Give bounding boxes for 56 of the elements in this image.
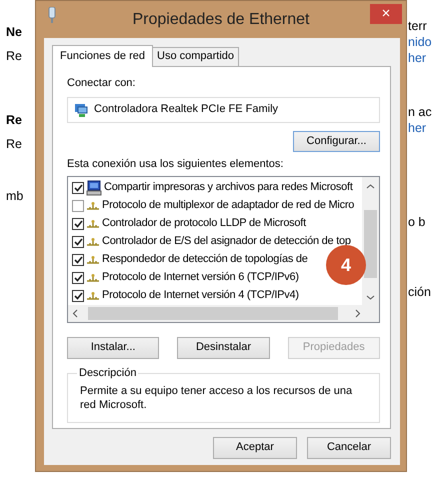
protocol-icon — [86, 201, 100, 211]
close-button[interactable]: × — [370, 4, 402, 24]
checkbox[interactable] — [72, 218, 84, 230]
network-adapter-icon — [74, 102, 88, 116]
checkbox[interactable] — [72, 236, 84, 248]
checkbox[interactable] — [72, 182, 84, 194]
background-text: Re — [6, 136, 23, 152]
list-item[interactable]: Protocolo de multiplexor de adaptador de red de Micro — [102, 199, 354, 213]
scroll-up-icon[interactable] — [366, 183, 375, 190]
protocol-icon — [86, 237, 100, 247]
window-title: Propiedades de Ethernet — [132, 10, 310, 30]
list-item[interactable]: Controlador de protocolo LLDP de Microsoft — [102, 217, 306, 231]
scroll-right-icon[interactable] — [355, 309, 361, 318]
background-text: Re — [6, 48, 23, 64]
configure-button[interactable]: Configurar... — [293, 130, 380, 152]
action-button: Propiedades — [288, 337, 380, 359]
dialog-button[interactable]: Aceptar — [213, 437, 297, 459]
background-link[interactable]: her — [408, 50, 432, 66]
background-text: ción — [408, 284, 432, 300]
protocol-icon — [86, 255, 100, 265]
scroll-left-icon[interactable] — [72, 309, 78, 318]
dialog-button[interactable]: Cancelar — [307, 437, 391, 459]
background-text: o b — [408, 214, 426, 230]
plug-icon — [48, 7, 56, 23]
adapter-field: Controladora Realtek PCIe FE Family — [67, 96, 380, 122]
background-link[interactable]: her — [408, 120, 432, 136]
list-item[interactable]: Protocolo de Internet versión 6 (TCP/IPv6) — [102, 271, 299, 285]
background-link[interactable]: nido — [408, 34, 432, 50]
background-text: Re — [6, 112, 23, 128]
description-title: Descripción — [77, 366, 138, 380]
description-text: Permite a su equipo tener acceso a los recursos de una red Microsoft. — [80, 384, 354, 412]
protocol-icon — [86, 291, 100, 301]
checkbox[interactable] — [72, 254, 84, 266]
protocol-icon — [86, 273, 100, 283]
checkbox[interactable] — [72, 290, 84, 302]
vertical-scrollbar[interactable] — [362, 177, 379, 305]
connect-label: Conectar con: — [67, 76, 136, 90]
background-text: Ne — [6, 24, 23, 40]
list-item[interactable]: Respondedor de detección de topologías de — [102, 253, 308, 267]
computer-icon — [86, 180, 102, 196]
step-badge: 4 — [326, 245, 366, 285]
background-text: mb — [6, 188, 24, 204]
list-item[interactable]: Protocolo de Internet versión 4 (TCP/IPv4) — [102, 289, 299, 303]
action-button[interactable]: Desinstalar — [177, 337, 270, 359]
checkbox[interactable] — [72, 272, 84, 284]
checkbox[interactable] — [72, 200, 84, 212]
tab[interactable]: Funciones de red — [52, 45, 153, 67]
scroll-down-icon[interactable] — [366, 294, 375, 301]
horizontal-scrollbar[interactable] — [68, 305, 379, 322]
tab[interactable]: Uso compartido — [152, 47, 240, 66]
list-item[interactable]: Compartir impresoras y archivos para redes Microsoft — [104, 181, 353, 195]
background-text: n ac — [408, 104, 432, 120]
action-button[interactable]: Instalar... — [67, 337, 160, 359]
elements-label: Esta conexión usa los siguientes elementos: — [67, 158, 284, 172]
background-text: terr — [408, 18, 428, 34]
protocol-icon — [86, 219, 100, 229]
